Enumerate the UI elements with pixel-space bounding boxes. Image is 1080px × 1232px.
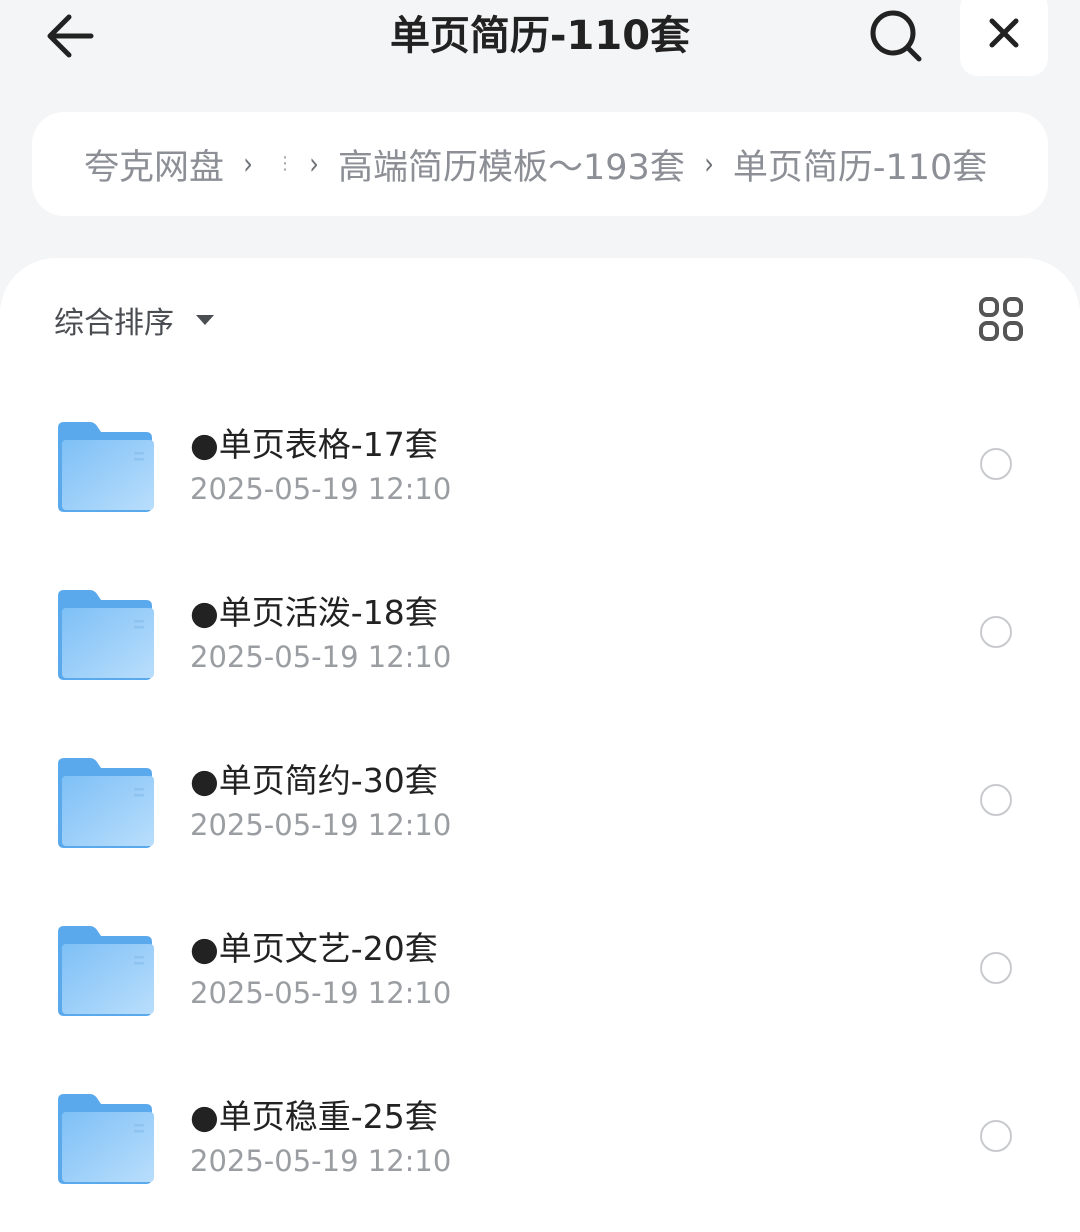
file-date: 2025-05-19 12:10 [190, 808, 452, 842]
back-button[interactable] [40, 8, 100, 64]
folder-icon [58, 926, 154, 1016]
chevron-right-icon: › [243, 146, 253, 182]
select-checkbox[interactable] [980, 1120, 1012, 1152]
file-name: ●单页表格-17套 [190, 425, 438, 464]
list-item[interactable]: ●单页活泼-18套 2025-05-19 12:10 [0, 546, 1080, 714]
file-date: 2025-05-19 12:10 [190, 1144, 452, 1178]
folder-icon [58, 422, 154, 512]
select-checkbox[interactable] [980, 448, 1012, 480]
sort-label: 综合排序 [54, 306, 174, 341]
file-date: 2025-05-19 12:10 [190, 472, 452, 506]
top-bar: 单页简历-110套 [0, 0, 1080, 80]
list-item[interactable]: ●单页简约-30套 2025-05-19 12:10 [0, 714, 1080, 882]
close-icon [989, 18, 1019, 48]
file-name: ●单页活泼-18套 [190, 593, 438, 632]
file-date: 2025-05-19 12:10 [190, 640, 452, 674]
search-icon [870, 10, 922, 62]
list-item[interactable]: ●单页稳重-25套 2025-05-19 12:10 [0, 1050, 1080, 1218]
grid-view-icon[interactable] [978, 296, 1024, 342]
file-list-panel: 综合排序 ●单页表格-17套 2025-05-19 12:10 ●单页活泼-18… [0, 258, 1080, 1232]
breadcrumb-item-root[interactable]: 夸克网盘 [84, 139, 224, 190]
list-item[interactable]: ●单页文艺-20套 2025-05-19 12:10 [0, 882, 1080, 1050]
file-name: ●单页文艺-20套 [190, 929, 438, 968]
file-name: ●单页稳重-25套 [190, 1097, 438, 1136]
breadcrumb-item-current: 单页简历-110套 [732, 147, 988, 188]
file-date: 2025-05-19 12:10 [190, 976, 452, 1010]
select-checkbox[interactable] [980, 784, 1012, 816]
sort-dropdown[interactable]: 综合排序 [54, 298, 214, 342]
select-checkbox[interactable] [980, 952, 1012, 984]
breadcrumb-more-icon[interactable]: ⋮ [276, 155, 294, 173]
chevron-right-icon: › [309, 146, 319, 182]
arrow-left-icon [47, 14, 94, 58]
chevron-right-icon: › [704, 146, 714, 182]
list-item[interactable]: ●单页表格-17套 2025-05-19 12:10 [0, 378, 1080, 546]
folder-icon [58, 758, 154, 848]
folder-icon [58, 1094, 154, 1184]
breadcrumb: 夸克网盘 › ⋮ › 高端简历模板～193套 › 单页简历-110套 [32, 112, 1048, 216]
file-name: ●单页简约-30套 [190, 761, 438, 800]
close-button[interactable] [960, 0, 1048, 76]
search-button[interactable] [866, 6, 926, 66]
page-title: 单页简历-110套 [389, 13, 691, 59]
breadcrumb-item-parent[interactable]: 高端简历模板～193套 [338, 139, 685, 190]
caret-down-icon [196, 315, 214, 325]
folder-icon [58, 590, 154, 680]
select-checkbox[interactable] [980, 616, 1012, 648]
